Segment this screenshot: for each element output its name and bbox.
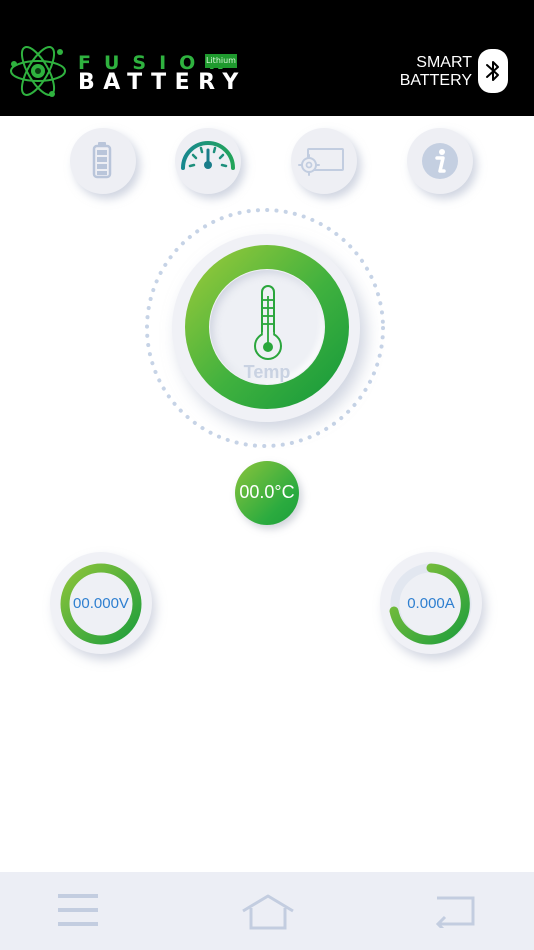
home-button[interactable] — [207, 872, 327, 950]
atom-logo-icon — [10, 46, 66, 97]
hamburger-menu-icon — [58, 894, 98, 926]
app-header: FUSION Lithium BATTERY SMART BATTERY — [0, 0, 534, 116]
dial-label: Temp — [243, 362, 291, 382]
smart-label-line1: SMART — [416, 54, 472, 71]
tab-info[interactable] — [407, 128, 473, 194]
tab-gauge[interactable] — [175, 128, 241, 194]
temperature-value: 00.0°C — [239, 482, 295, 502]
bluetooth-button[interactable] — [478, 49, 508, 93]
voltage-value: 00.000V — [73, 595, 129, 612]
back-arrow-icon — [435, 896, 475, 928]
current-value: 0.000A — [407, 595, 455, 612]
smart-label-line2: BATTERY — [399, 72, 472, 89]
app-screen: FUSION Lithium BATTERY SMART BATTERY Tem… — [0, 0, 534, 950]
thermometer-icon — [254, 285, 282, 360]
bluetooth-icon — [486, 61, 499, 81]
brand-tag-lithium: Lithium — [205, 54, 237, 68]
menu-button[interactable] — [20, 872, 140, 950]
tab-settings[interactable] — [291, 128, 357, 194]
speedometer-icon — [181, 141, 235, 170]
home-icon — [242, 894, 294, 930]
back-button[interactable] — [395, 872, 515, 950]
info-icon — [422, 143, 458, 179]
tab-battery[interactable] — [70, 128, 136, 194]
smart-battery-label: SMART BATTERY — [382, 54, 472, 90]
brand-name-battery: BATTERY — [78, 70, 247, 95]
settings-screen-icon — [298, 148, 344, 176]
bottom-navigation-bar — [0, 872, 534, 950]
battery-icon — [92, 142, 112, 179]
